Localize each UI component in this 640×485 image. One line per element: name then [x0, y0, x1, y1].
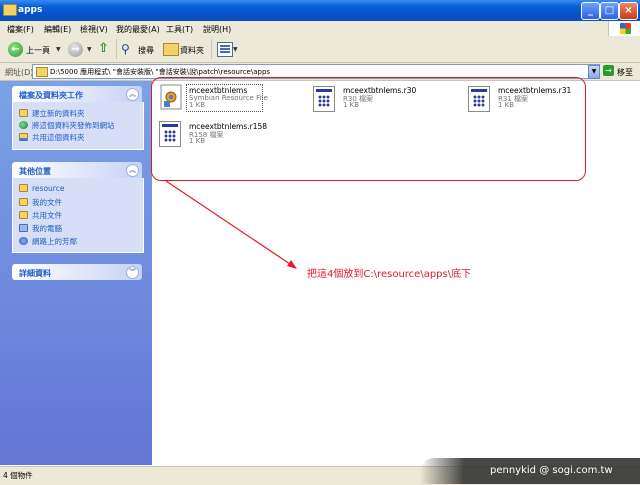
instruction-text: 把這4個放到C:\resource\apps\底下	[307, 269, 472, 280]
annotation-arrow	[165, 180, 297, 269]
status-text: 4 個物件	[3, 471, 33, 480]
watermark: pennykid @ sogi.com.tw	[490, 465, 613, 476]
